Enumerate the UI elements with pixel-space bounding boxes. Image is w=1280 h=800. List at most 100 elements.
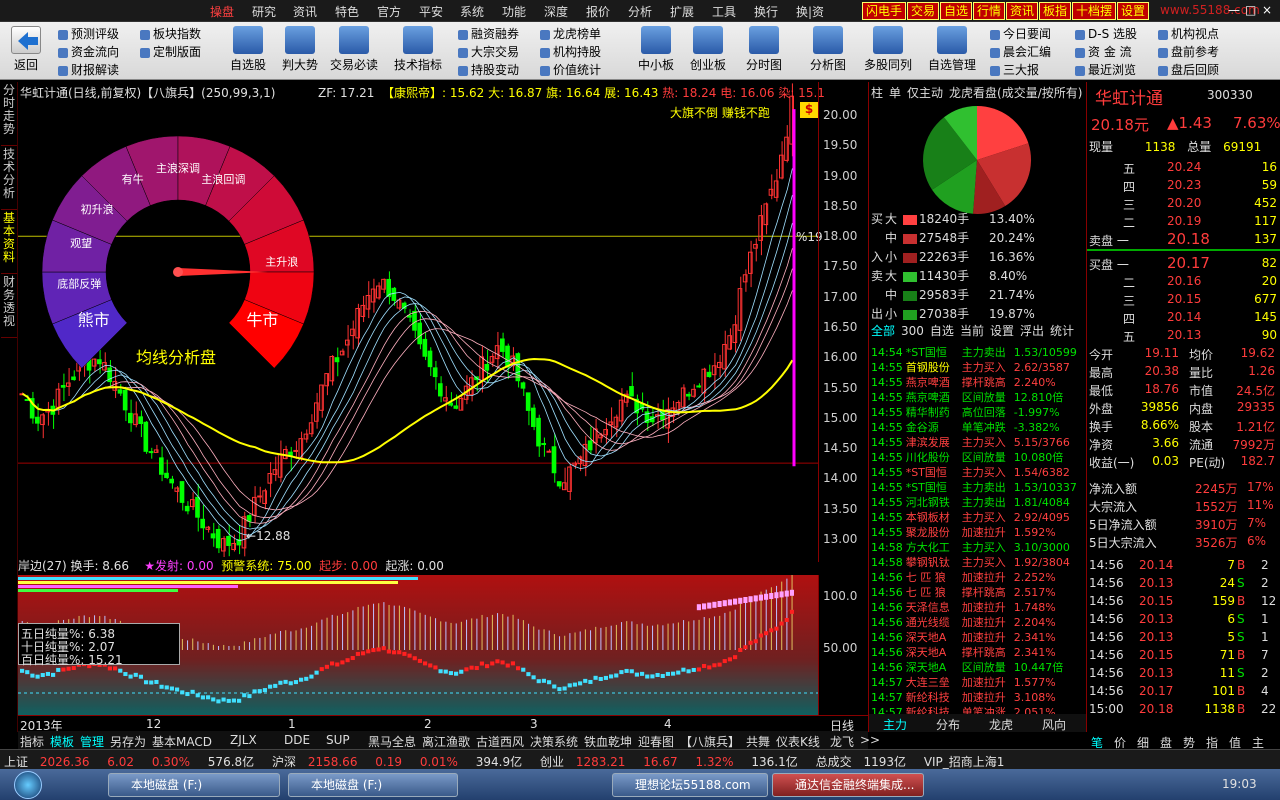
menu-item-1[interactable]: 研究: [252, 3, 276, 20]
menu-item-4[interactable]: 官方: [377, 3, 401, 20]
toolbar-button-4[interactable]: 中小板: [628, 26, 684, 73]
template-tab-7[interactable]: SUP: [326, 733, 350, 747]
toolbar-link-4-1[interactable]: 晨会汇编: [990, 43, 1051, 60]
menu-item-10[interactable]: 分析: [628, 3, 652, 20]
event-row[interactable]: 14:55 河北钢铁 主力卖出 1.81/4084: [871, 494, 1070, 510]
menu-item-2[interactable]: 资讯: [293, 3, 317, 20]
menu-item-5[interactable]: 平安: [419, 3, 443, 20]
template-tab-1[interactable]: 模板: [50, 733, 74, 750]
filter-3[interactable]: 当前: [960, 324, 984, 338]
event-row[interactable]: 14:56 七 匹 狼撑杆跳高 2.517%: [871, 584, 1056, 600]
toolbar-link-2-1[interactable]: 大宗交易: [458, 43, 519, 60]
menu-item-7[interactable]: 功能: [502, 3, 526, 20]
template-tab-9[interactable]: 离江渔歌: [422, 733, 470, 750]
toolbar-button-8[interactable]: 多股同列: [860, 26, 916, 73]
top-button-4[interactable]: 资讯: [1006, 2, 1039, 20]
template-tab-3[interactable]: 另存为: [110, 733, 146, 750]
menu-item-8[interactable]: 深度: [544, 3, 568, 20]
toolbar-link-5-2[interactable]: 最近浏览: [1075, 61, 1136, 78]
event-row[interactable]: 14:55 首钢股份 主力买入 2.62/3587: [871, 359, 1070, 375]
filter-0[interactable]: 全部: [871, 324, 895, 338]
dragon-tab-0[interactable]: 柱: [871, 86, 883, 100]
toolbar-link-2-0[interactable]: 融资融券: [458, 25, 519, 42]
toolbar-button-7[interactable]: 分析图: [800, 26, 856, 73]
toolbar-link-5-0[interactable]: D-S 选股: [1075, 25, 1137, 42]
taskbar-item-1[interactable]: 本地磁盘 (F:): [288, 773, 458, 797]
mid-tab-0[interactable]: 主力: [883, 716, 907, 733]
toolbar-link-1-1[interactable]: 定制版面: [140, 43, 201, 60]
toolbar-link-0-0[interactable]: 预测评级: [58, 25, 119, 42]
kline-chart[interactable]: 熊市 底部反弹 观望 初升浪 有牛 主浪深调 主浪回调 主升浪 牛市 华虹计通(日线,前复权)【…: [18, 82, 825, 562]
filter-6[interactable]: 统计: [1050, 324, 1074, 338]
top-button-0[interactable]: 闪电手: [862, 2, 907, 20]
toolbar-link-6-2[interactable]: 盘后回顾: [1158, 61, 1219, 78]
event-row[interactable]: 14:56 深天地A 区间放量 10.447倍: [871, 659, 1063, 675]
toolbar-link-3-1[interactable]: 机构持股: [540, 43, 601, 60]
top-button-5[interactable]: 板指: [1039, 2, 1072, 20]
top-button-6[interactable]: 十档摆: [1072, 2, 1117, 20]
left-tab-3[interactable]: 财务透视: [1, 276, 17, 338]
toolbar-link-0-1[interactable]: 资金流向: [58, 43, 119, 60]
dragon-tab-3[interactable]: 龙虎看盘(成交量/按所有): [949, 86, 1082, 100]
dragon-tab-1[interactable]: 单: [889, 86, 901, 100]
template-tab-0[interactable]: 指标: [20, 733, 44, 750]
template-tab-18[interactable]: >>: [860, 733, 880, 747]
dragon-tab-2[interactable]: 仅主动: [907, 86, 943, 100]
menu-item-14[interactable]: 换|资: [796, 3, 824, 20]
mid-tab-3[interactable]: 风向: [1042, 716, 1066, 733]
maximize-button[interactable]: □: [1245, 3, 1256, 17]
event-row[interactable]: 14:55 本钢板材 主力买入 2.92/4095: [871, 509, 1070, 525]
event-row[interactable]: 14:57 大连三垒 加速拉升 1.577%: [871, 674, 1056, 690]
toolbar-link-1-0[interactable]: 板块指数: [140, 25, 201, 42]
template-tab-13[interactable]: 迎春图: [638, 733, 674, 750]
close-button[interactable]: ×: [1262, 3, 1272, 17]
template-tab-5[interactable]: ZJLX: [230, 733, 257, 747]
event-row[interactable]: 14:57 新纶科技 加速拉升 3.108%: [871, 689, 1056, 705]
event-row[interactable]: 14:55 *ST国恒 主力买入 1.54/6382: [871, 464, 1070, 480]
toolbar-button-9[interactable]: 自选管理: [924, 26, 980, 73]
menu-item-0[interactable]: 操盘: [210, 3, 234, 20]
template-tab-4[interactable]: 基本MACD: [152, 733, 212, 750]
toolbar-link-4-0[interactable]: 今日要闻: [990, 25, 1051, 42]
event-row[interactable]: 14:56 七 匹 狼加速拉升 2.252%: [871, 569, 1056, 585]
template-tab-15[interactable]: 共舞: [746, 733, 770, 750]
template-tab-2[interactable]: 管理: [80, 733, 104, 750]
toolbar-link-0-2[interactable]: 财报解读: [58, 61, 119, 78]
toolbar-button-2[interactable]: 交易必读: [326, 26, 382, 73]
event-row[interactable]: 14:55 津滨发展 主力买入 5.15/3766: [871, 434, 1070, 450]
template-tab-16[interactable]: 仪表K线: [776, 733, 820, 750]
top-button-7[interactable]: 设置: [1117, 2, 1150, 20]
mid-tab-1[interactable]: 分布: [936, 716, 960, 733]
toolbar-link-6-1[interactable]: 盘前参考: [1158, 43, 1219, 60]
template-tab-11[interactable]: 决策系统: [530, 733, 578, 750]
event-row[interactable]: 14:55 *ST国恒 主力卖出 1.53/10337: [871, 479, 1077, 495]
event-row[interactable]: 14:55 川化股份 区间放量 10.080倍: [871, 449, 1063, 465]
event-row[interactable]: 14:56 深天地A 加速拉升 2.341%: [871, 629, 1056, 645]
event-row[interactable]: 14:56 深天地A 撑杆跳高 2.341%: [871, 644, 1056, 660]
template-tab-10[interactable]: 古道西风: [476, 733, 524, 750]
menu-item-6[interactable]: 系统: [460, 3, 484, 20]
template-tab-14[interactable]: 【八旗兵】: [680, 733, 740, 750]
event-row[interactable]: 14:58 方大化工 主力买入 3.10/3000: [871, 539, 1070, 555]
toolbar-button-1[interactable]: 判大势: [272, 26, 328, 73]
menu-item-11[interactable]: 扩展: [670, 3, 694, 20]
event-row[interactable]: 14:58 攀钢钒钛 主力买入 1.92/3804: [871, 554, 1070, 570]
toolbar-button-3[interactable]: 技术指标: [390, 26, 446, 73]
event-row[interactable]: 14:55 燕京啤酒 撑杆跳高 2.240%: [871, 374, 1056, 390]
left-tab-0[interactable]: 分时走势: [1, 84, 17, 146]
menu-item-3[interactable]: 特色: [335, 3, 359, 20]
event-row[interactable]: 14:55 燕京啤酒 区间放量 12.810倍: [871, 389, 1063, 405]
left-tab-1[interactable]: 技术分析: [1, 148, 17, 210]
minimize-button[interactable]: —: [1228, 3, 1240, 17]
indicator-panel[interactable]: 五日纯量%: 6.38 十日纯量%: 2.07 百日纯量%: 15.21: [18, 575, 818, 715]
taskbar-item-2[interactable]: 理想论坛55188.com: [612, 773, 768, 797]
mid-tab-2[interactable]: 龙虎: [989, 716, 1013, 733]
top-button-2[interactable]: 自选: [940, 2, 973, 20]
filter-4[interactable]: 设置: [990, 324, 1014, 338]
taskbar-item-3[interactable]: 通达信金融终端集成...: [772, 773, 924, 797]
template-tab-17[interactable]: 龙飞: [830, 733, 854, 750]
taskbar-item-0[interactable]: 本地磁盘 (F:): [108, 773, 280, 797]
event-row[interactable]: 14:56 天泽信息 加速拉升 1.748%: [871, 599, 1056, 615]
toolbar-link-3-2[interactable]: 价值统计: [540, 61, 601, 78]
top-button-3[interactable]: 行情: [973, 2, 1006, 20]
